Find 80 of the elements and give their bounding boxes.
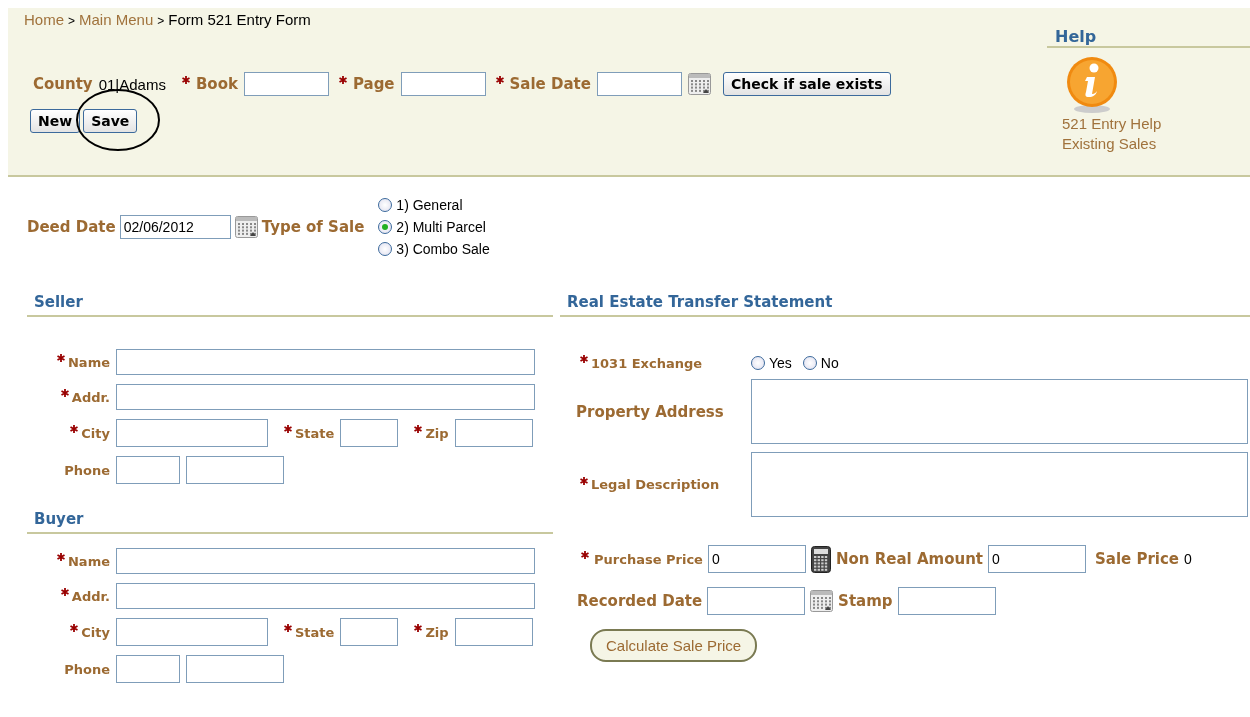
text-field[interactable]: [596, 72, 682, 96]
form-button[interactable]: New: [30, 109, 81, 133]
field-label: Addr.: [71, 588, 110, 604]
amount-field[interactable]: 0: [988, 545, 1086, 573]
text-field[interactable]: [186, 456, 284, 484]
section-title: Buyer: [27, 510, 553, 534]
field-label: Deed Date: [27, 218, 116, 236]
price-field[interactable]: 0: [707, 545, 806, 573]
field-label: Addr.: [71, 389, 110, 405]
field-label: Phone: [64, 462, 110, 478]
field-label: Non Real Amount: [835, 550, 983, 568]
date-field[interactable]: 02/06/2012: [119, 215, 231, 239]
date-field[interactable]: [707, 587, 806, 615]
radio-button[interactable]: [802, 356, 817, 370]
form-button[interactable]: Save: [83, 109, 138, 133]
text-field[interactable]: [116, 618, 268, 646]
radio-label: 2) Multi Parcel: [396, 219, 486, 235]
county-value: 01|Adams: [98, 75, 166, 93]
field-label: Sale Price: [1095, 550, 1180, 568]
radio-button[interactable]: [751, 356, 765, 370]
text-field[interactable]: [243, 72, 329, 96]
text-field[interactable]: [116, 384, 535, 410]
text-area[interactable]: [751, 452, 1248, 517]
breadcrumb-link[interactable]: Main Menu: [79, 11, 154, 28]
field-label: Recorded Date: [577, 592, 703, 610]
field-label: City: [81, 425, 110, 441]
radio-label: Yes: [769, 355, 792, 371]
sale-price-value: 0: [1184, 551, 1192, 567]
field-label: Legal Description: [591, 477, 720, 492]
field-label: State: [295, 425, 335, 441]
radio-label: 1) General: [396, 197, 463, 213]
radio-button[interactable]: [378, 198, 393, 212]
field-label: Type of Sale: [261, 218, 365, 236]
help-link[interactable]: 521 Entry Help: [1062, 114, 1162, 134]
text-field[interactable]: [116, 583, 535, 609]
section-title: Seller: [27, 293, 553, 317]
calendar-icon: [810, 590, 834, 612]
field-label: Stamp: [838, 592, 893, 610]
breadcrumb-separator: >: [157, 14, 165, 28]
text-field[interactable]: [454, 419, 533, 447]
field-label: 1031 Exchange: [591, 355, 703, 371]
field-label: Phone: [64, 661, 110, 677]
field-label: Page: [352, 75, 395, 93]
breadcrumb-current: Form 521 Entry Form: [168, 11, 311, 28]
text-field[interactable]: [186, 655, 284, 683]
text-field[interactable]: [454, 618, 533, 646]
text-field[interactable]: [400, 72, 486, 96]
check-button[interactable]: Check if sale exists: [722, 72, 891, 96]
calculate-button[interactable]: Calculate Sale Price: [590, 629, 758, 662]
field-label: Sale Date: [509, 75, 591, 93]
calendar-icon: [234, 216, 258, 238]
field-label: Zip: [425, 425, 449, 441]
breadcrumb-separator: >: [68, 14, 76, 28]
text-field[interactable]: [340, 618, 399, 646]
help-title: Help: [1047, 27, 1250, 48]
field-label: County: [33, 75, 93, 93]
field-label: City: [81, 624, 110, 640]
field-label: Purchase Price: [594, 551, 703, 567]
breadcrumb-link[interactable]: Home: [24, 11, 64, 28]
text-field[interactable]: [116, 349, 535, 375]
field-label: Book: [195, 75, 238, 93]
radio-label: No: [820, 355, 839, 371]
field-label: Name: [68, 553, 110, 569]
field-label: Property Address: [576, 402, 724, 421]
text-field[interactable]: [340, 419, 399, 447]
text-field[interactable]: [897, 587, 996, 615]
field-label: Zip: [425, 624, 449, 640]
text-field[interactable]: [116, 456, 180, 484]
field-label: State: [295, 624, 335, 640]
calculator-icon: [810, 545, 831, 573]
text-field[interactable]: [116, 548, 535, 574]
text-area[interactable]: [751, 379, 1248, 444]
section-title: Real Estate Transfer Statement: [560, 293, 1250, 317]
text-field[interactable]: [116, 655, 180, 683]
radio-button[interactable]: [378, 220, 393, 234]
field-label: Name: [68, 354, 110, 370]
help-link[interactable]: Existing Sales: [1062, 134, 1157, 154]
text-field[interactable]: [116, 419, 268, 447]
radio-label: 3) Combo Sale: [396, 241, 490, 257]
radio-button[interactable]: [378, 242, 393, 256]
